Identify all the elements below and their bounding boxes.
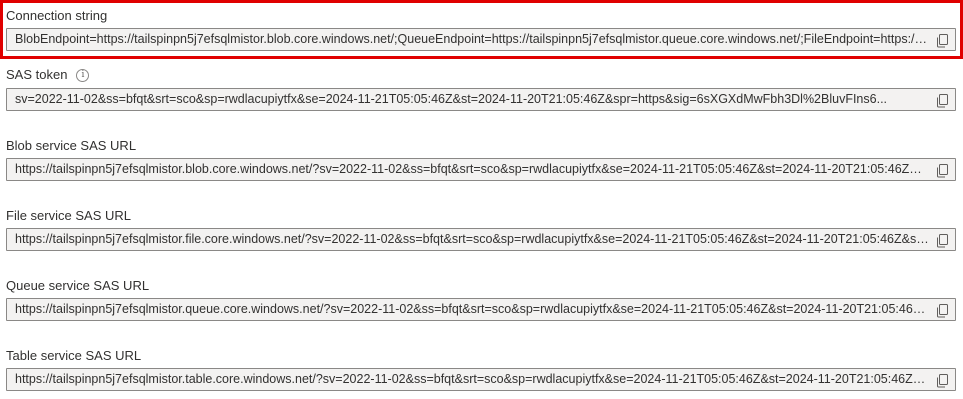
sas-token-value[interactable]: sv=2022-11-02&ss=bfqt&srt=sco&sp=rwdlacu… xyxy=(15,89,929,110)
queue-sas-url-label: Queue service SAS URL xyxy=(6,278,150,293)
sas-token-input[interactable]: sv=2022-11-02&ss=bfqt&srt=sco&sp=rwdlacu… xyxy=(6,88,956,111)
copy-icon xyxy=(937,304,948,318)
file-sas-url-label: File service SAS URL xyxy=(6,208,131,223)
copy-icon xyxy=(937,164,948,178)
copy-icon xyxy=(937,94,948,108)
copy-blob-sas-url-button[interactable] xyxy=(933,161,951,179)
copy-sas-token-button[interactable] xyxy=(933,91,951,109)
connection-string-label: Connection string xyxy=(6,8,108,23)
table-sas-url-value[interactable]: https://tailspinpn5j7efsqlmistor.table.c… xyxy=(15,369,929,390)
table-sas-url-label: Table service SAS URL xyxy=(6,348,142,363)
copy-icon xyxy=(937,234,948,248)
file-sas-url-value[interactable]: https://tailspinpn5j7efsqlmistor.file.co… xyxy=(15,229,929,250)
copy-queue-sas-url-button[interactable] xyxy=(933,301,951,319)
copy-connection-string-button[interactable] xyxy=(933,31,951,49)
connection-string-value[interactable]: BlobEndpoint=https://tailspinpn5j7efsqlm… xyxy=(15,29,929,50)
info-icon[interactable]: i xyxy=(76,68,90,82)
connection-string-input[interactable]: BlobEndpoint=https://tailspinpn5j7efsqlm… xyxy=(6,28,956,51)
queue-sas-url-value[interactable]: https://tailspinpn5j7efsqlmistor.queue.c… xyxy=(15,299,929,320)
blob-sas-url-label: Blob service SAS URL xyxy=(6,138,137,153)
queue-sas-url-input[interactable]: https://tailspinpn5j7efsqlmistor.queue.c… xyxy=(6,298,956,321)
blob-sas-url-input[interactable]: https://tailspinpn5j7efsqlmistor.blob.co… xyxy=(6,158,956,181)
copy-file-sas-url-button[interactable] xyxy=(933,231,951,249)
table-sas-url-input[interactable]: https://tailspinpn5j7efsqlmistor.table.c… xyxy=(6,368,956,391)
copy-table-sas-url-button[interactable] xyxy=(933,371,951,389)
blob-sas-url-value[interactable]: https://tailspinpn5j7efsqlmistor.blob.co… xyxy=(15,159,929,180)
sas-token-label-row: SAS token i xyxy=(6,67,90,83)
sas-token-label: SAS token xyxy=(6,67,68,82)
copy-icon xyxy=(937,374,948,388)
file-sas-url-input[interactable]: https://tailspinpn5j7efsqlmistor.file.co… xyxy=(6,228,956,251)
copy-icon xyxy=(937,34,948,48)
